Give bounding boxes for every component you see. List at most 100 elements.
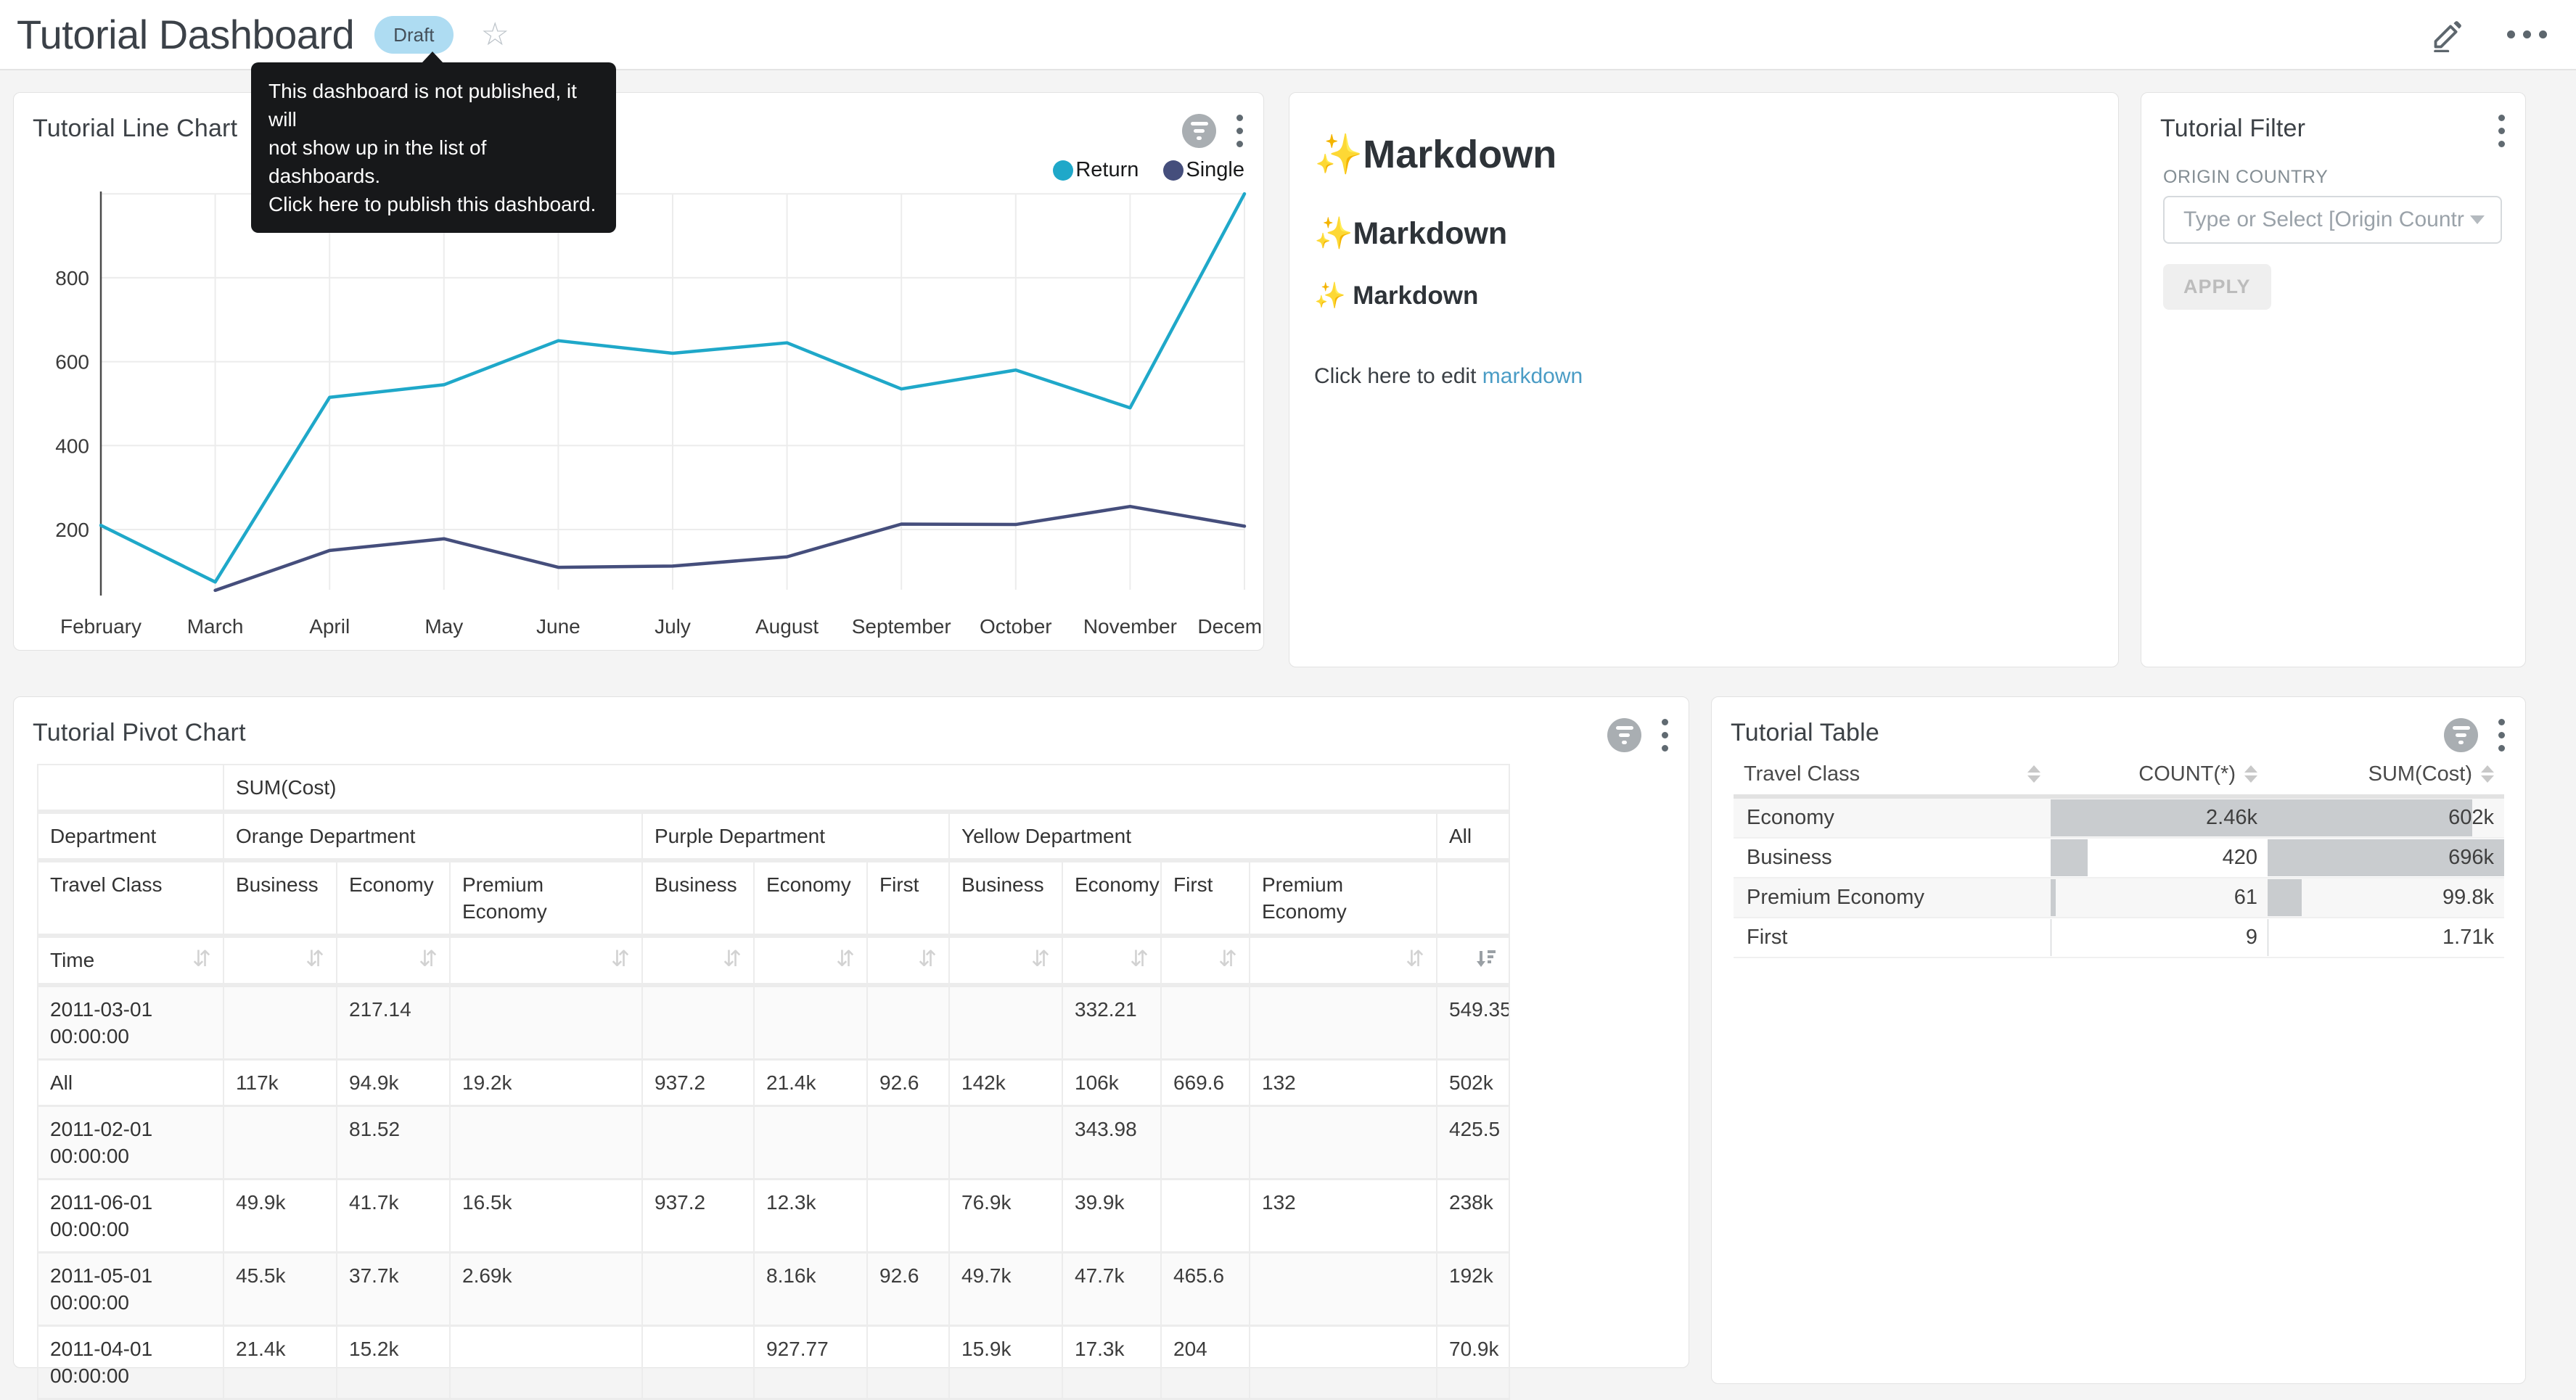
table-row: Business420696k	[1734, 838, 2504, 878]
pivot-row-label: 2011-05-01 00:00:00	[38, 1253, 223, 1326]
sort-icon[interactable]: ⇵	[1031, 947, 1050, 971]
count-cell: 61	[2051, 878, 2268, 918]
sort-icon[interactable]: ⇵	[1218, 947, 1237, 971]
markdown-link[interactable]: markdown	[1482, 364, 1583, 388]
sort-carets-icon	[2481, 765, 2494, 783]
pivot-sort-cell: ⇵	[1250, 936, 1437, 985]
pivot-cell: 21.4k	[754, 1060, 867, 1106]
pivot-cell: 937.2	[642, 1179, 754, 1253]
pivot-sort-cell: ⇵	[949, 936, 1062, 985]
pivot-cell: 343.98	[1062, 1106, 1161, 1179]
travel-class-cell: Economy	[1734, 796, 2051, 838]
sort-icon[interactable]: ⇵	[1130, 947, 1149, 971]
legend-item-single[interactable]: Single	[1163, 158, 1244, 182]
pivot-cell: 17.3k	[1062, 1326, 1161, 1399]
line-chart-panel: Tutorial Line Chart Return Single 200400…	[13, 92, 1264, 651]
favorite-star-icon[interactable]: ☆	[481, 19, 509, 51]
travel-class-cell: Premium Economy	[1734, 878, 2051, 918]
pivot-cell: 49.9k	[223, 1179, 337, 1253]
edit-dashboard-button[interactable]	[2430, 17, 2465, 52]
pivot-cell: 117k	[223, 1060, 337, 1106]
pivot-cell: 37.7k	[337, 1253, 450, 1326]
pivot-cell: 465.6	[1161, 1253, 1250, 1326]
pivot-cell	[450, 985, 642, 1060]
travel-class-cell: First	[1734, 918, 2051, 958]
pivot-cell: 927.77	[754, 1326, 867, 1399]
pivot-cell: 41.7k	[337, 1179, 450, 1253]
legend-item-return[interactable]: Return	[1053, 158, 1139, 182]
origin-country-select[interactable]: Type or Select [Origin Country]	[2163, 196, 2502, 244]
markdown-paragraph: Click here to edit markdown	[1314, 364, 2093, 389]
sort-icon[interactable]: ⇵	[918, 947, 937, 971]
pivot-sort-cell: ⇵	[337, 936, 450, 985]
pivot-cell: 70.9k	[1437, 1326, 1509, 1399]
sort-icon[interactable]: ⇵	[836, 947, 855, 971]
column-header-sum-cost[interactable]: SUM(Cost)	[2268, 754, 2504, 796]
pivot-sub-col: First	[1161, 860, 1250, 936]
markdown-h2: ✨Markdown	[1314, 215, 2093, 252]
sum-cell: 99.8k	[2268, 878, 2504, 918]
pivot-sub-col: Business	[223, 860, 337, 936]
sort-desc-icon[interactable]	[1474, 947, 1497, 972]
sort-icon[interactable]: ⇵	[723, 947, 742, 971]
pivot-row-label: 2011-03-01 00:00:00	[38, 985, 223, 1060]
pivot-cell	[867, 1326, 949, 1399]
kebab-menu-icon[interactable]	[2495, 112, 2508, 150]
sum-cell: 1.71k	[2268, 918, 2504, 958]
pivot-cell: 332.21	[1062, 985, 1161, 1060]
travel-class-cell: Business	[1734, 838, 2051, 878]
pivot-cell	[642, 1326, 754, 1399]
pivot-cell	[642, 1106, 754, 1179]
results-table: Travel Class COUNT(*) SUM(Cost) Economy2…	[1734, 754, 2504, 958]
pivot-col-group: Purple Department	[642, 812, 949, 860]
sort-icon[interactable]: ⇵	[611, 947, 630, 971]
pivot-cell	[867, 985, 949, 1060]
svg-text:400: 400	[55, 435, 89, 457]
svg-text:September: September	[852, 615, 951, 638]
svg-text:800: 800	[55, 267, 89, 289]
svg-text:June: June	[536, 615, 581, 638]
svg-text:March: March	[187, 615, 244, 638]
pivot-cell: 76.9k	[949, 1179, 1062, 1253]
svg-text:May: May	[424, 615, 463, 638]
pivot-cell: 132	[1250, 1060, 1437, 1106]
apply-button[interactable]: APPLY	[2163, 264, 2271, 310]
more-actions-button[interactable]	[2507, 30, 2547, 38]
pivot-cell: 21.4k	[223, 1326, 337, 1399]
pivot-cell: 502k	[1437, 1060, 1509, 1106]
pivot-cell: 15.9k	[949, 1326, 1062, 1399]
pivot-blank-cell	[38, 765, 223, 812]
kebab-menu-icon[interactable]	[2495, 716, 2508, 754]
panel-title: Tutorial Filter	[2160, 115, 2305, 143]
sort-icon[interactable]: ⇵	[305, 947, 324, 971]
panel-title: Tutorial Pivot Chart	[33, 719, 246, 747]
pivot-sort-cell: ⇵	[1062, 936, 1161, 985]
pivot-col-group: Orange Department	[223, 812, 642, 860]
pencil-icon	[2430, 17, 2465, 52]
pivot-sort-cell: ⇵	[1161, 936, 1250, 985]
series-line-single	[216, 506, 1244, 590]
count-cell: 2.46k	[2051, 796, 2268, 838]
pivot-cell: 425.5	[1437, 1106, 1509, 1179]
pivot-measure-row: SUM(Cost)	[38, 765, 1509, 812]
pivot-cell	[1161, 985, 1250, 1060]
draft-badge[interactable]: Draft	[374, 16, 453, 54]
dashboard-header: Tutorial Dashboard Draft ☆	[0, 0, 2576, 70]
column-header-travel-class[interactable]: Travel Class	[1734, 754, 2051, 796]
pivot-sort-cell: ⇵	[754, 936, 867, 985]
sum-cell: 602k	[2268, 796, 2504, 838]
sort-icon[interactable]: ⇵	[419, 947, 438, 971]
sort-icon[interactable]: ⇵	[1406, 947, 1424, 971]
pivot-cell	[754, 1106, 867, 1179]
pivot-sub-col: Premium Economy	[1250, 860, 1437, 936]
pivot-row: 2011-02-01 00:00:0081.52343.98425.5	[38, 1106, 1509, 1179]
pivot-cell: 217.14	[337, 985, 450, 1060]
kebab-menu-icon[interactable]	[1659, 716, 1671, 754]
column-header-count[interactable]: COUNT(*)	[2051, 754, 2268, 796]
pivot-cell	[867, 1179, 949, 1253]
sort-icon[interactable]: ⇵	[192, 947, 211, 971]
pivot-row-label: 2011-06-01 00:00:00	[38, 1179, 223, 1253]
svg-text:October: October	[980, 615, 1052, 638]
applied-filter-badge-icon[interactable]	[2444, 718, 2478, 752]
applied-filter-badge-icon[interactable]	[1607, 718, 1641, 752]
